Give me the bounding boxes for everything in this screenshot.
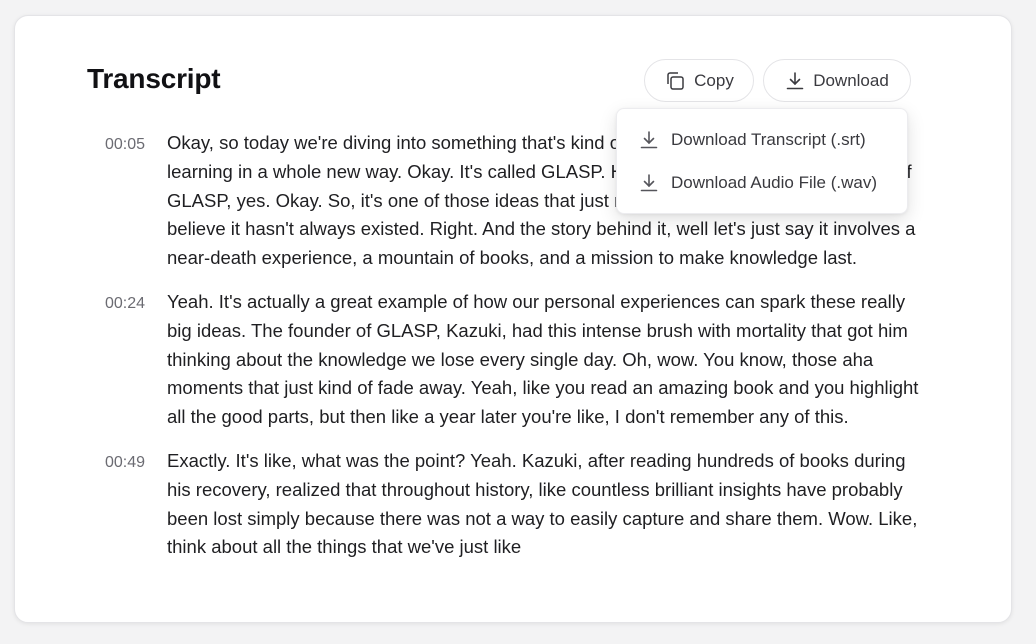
copy-button[interactable]: Copy — [644, 59, 754, 102]
download-icon — [639, 130, 659, 150]
download-icon — [639, 173, 659, 193]
copy-button-label: Copy — [694, 70, 734, 90]
copy-icon — [664, 70, 686, 92]
menu-item-download-audio[interactable]: Download Audio File (.wav) — [639, 168, 877, 198]
transcript-card: Transcript Copy Download 00:05 Okay, so … — [14, 15, 1012, 623]
page-title: Transcript — [87, 63, 221, 94]
download-button[interactable]: Download — [763, 59, 911, 102]
transcript-entry: 00:49 Exactly. It's like, what was the p… — [15, 447, 1011, 562]
download-icon — [785, 71, 805, 91]
transcript-entry: 00:24 Yeah. It's actually a great exampl… — [15, 288, 1011, 432]
menu-item-label: Download Audio File (.wav) — [671, 173, 877, 192]
timestamp[interactable]: 00:05 — [105, 130, 145, 159]
transcript-text: Exactly. It's like, what was the point? … — [167, 449, 918, 558]
menu-item-label: Download Transcript (.srt) — [671, 130, 866, 149]
download-button-label: Download — [813, 70, 889, 90]
timestamp[interactable]: 00:24 — [105, 289, 145, 318]
menu-item-download-transcript[interactable]: Download Transcript (.srt) — [639, 125, 866, 155]
download-menu: Download Transcript (.srt) Download Audi… — [616, 108, 908, 214]
transcript-text: Yeah. It's actually a great example of h… — [167, 290, 919, 428]
timestamp[interactable]: 00:49 — [105, 448, 145, 477]
